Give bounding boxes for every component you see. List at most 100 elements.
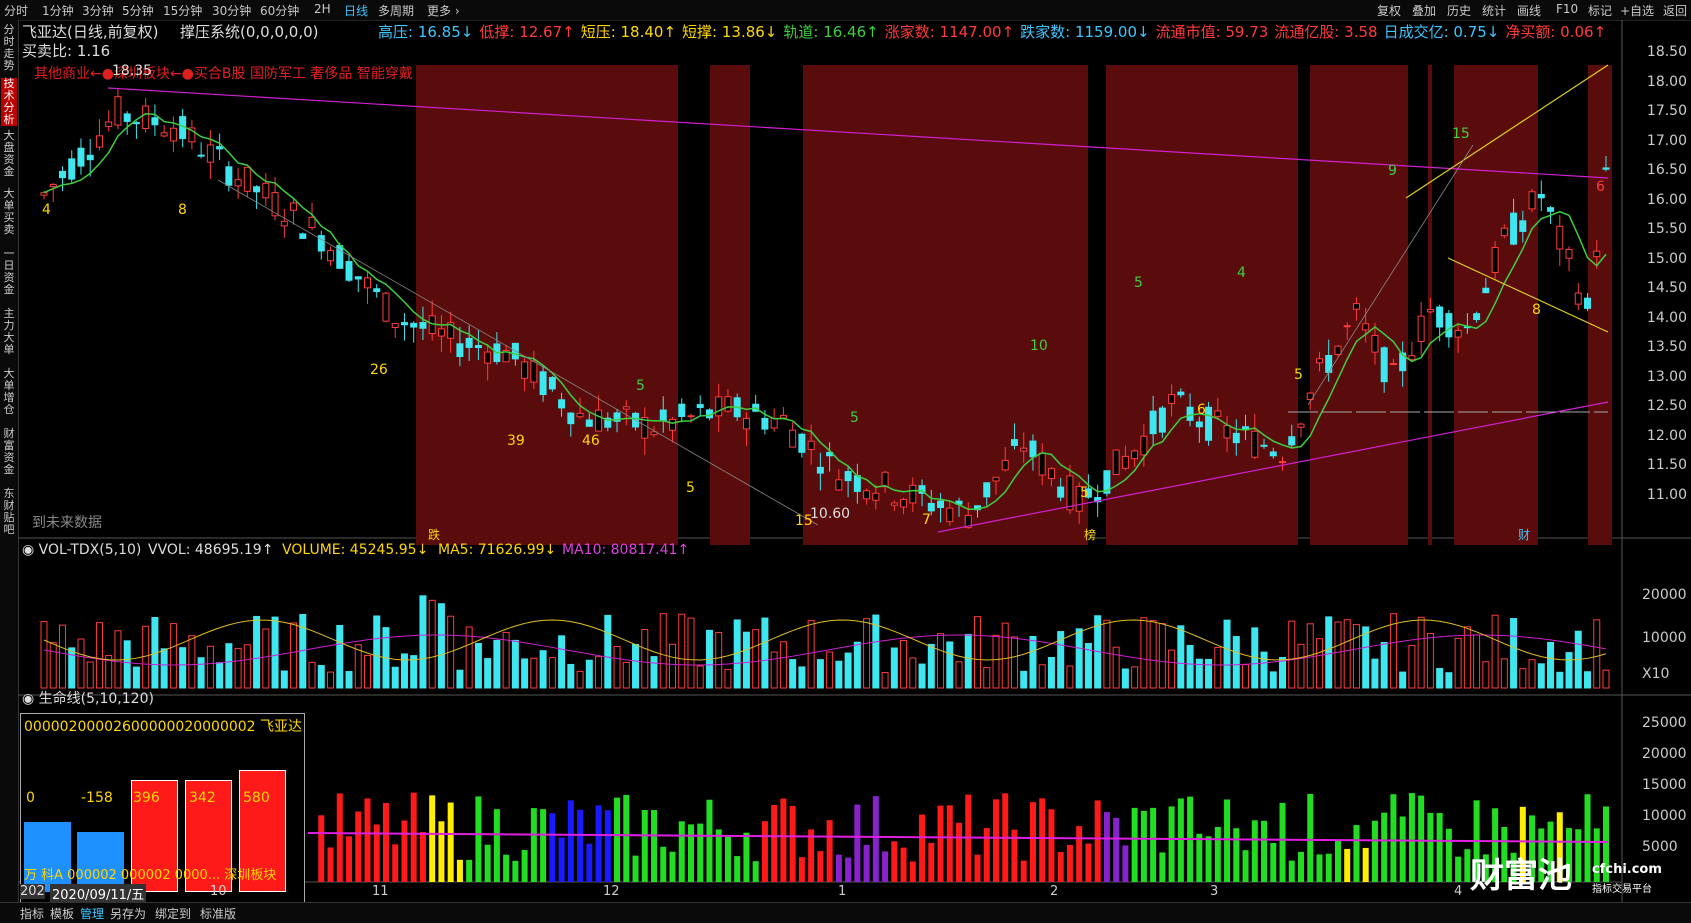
- lifeline-bar: [567, 800, 574, 882]
- mark-button[interactable]: 标记: [1588, 2, 1612, 19]
- comparison-info-box: 00000200002600000020000002 飞亚达 0 -158 39…: [20, 713, 305, 905]
- lifeline-bar: [706, 799, 713, 882]
- candle-body: [1038, 452, 1046, 476]
- wave-count-label: 46: [582, 433, 600, 449]
- restore-rights-button[interactable]: 复权: [1377, 2, 1401, 19]
- lifeline-title-text: 生命线(5,10,120): [38, 691, 154, 707]
- candle-body: [484, 351, 492, 364]
- volume-bar: [58, 624, 66, 689]
- indicator-system-name[interactable]: 撑压系统(0,0,0,0,0): [180, 21, 319, 42]
- candle-body: [1352, 303, 1360, 310]
- side-tab-market-funds[interactable]: 大盘资金: [1, 130, 17, 178]
- tab-period-daily[interactable]: 日线: [344, 2, 368, 19]
- event-marker-list[interactable]: 榜: [1084, 526, 1096, 543]
- lifeline-bar: [1029, 802, 1036, 882]
- side-tab-daily-funds[interactable]: 一日资金: [1, 248, 17, 296]
- add-favorite-button[interactable]: +自选: [1620, 2, 1654, 19]
- candle-body: [132, 122, 140, 125]
- lifeline-bar: [1214, 826, 1221, 882]
- volume-value: VOLUME: 45245.95↓: [282, 542, 429, 558]
- candle-body: [715, 396, 723, 417]
- tab-period-fenshi[interactable]: 分时: [4, 2, 28, 19]
- volume-bar: [650, 656, 658, 689]
- candle-body: [1195, 421, 1203, 428]
- candle-body: [40, 192, 48, 196]
- future-data-label[interactable]: 到未来数据: [32, 512, 102, 532]
- candle-body: [881, 471, 889, 488]
- candle-body: [770, 417, 778, 429]
- volume-bar: [1426, 632, 1434, 689]
- lifeline-bar: [743, 832, 750, 882]
- tab-multi-period[interactable]: 多周期: [378, 2, 414, 19]
- concept-tags[interactable]: 其他商业←●深圳板块←●买合B股 国防军工 奢侈品 智能穿戴: [34, 63, 413, 83]
- side-tab-wealth-funds[interactable]: 财富资金: [1, 428, 17, 476]
- candle-body: [114, 96, 122, 126]
- lifeline-bar: [687, 824, 694, 882]
- tab-period-5min[interactable]: 5分钟: [122, 2, 154, 19]
- side-tab-big-order-increase[interactable]: 大单增仓: [1, 368, 17, 416]
- lifeline-bar: [1455, 856, 1462, 882]
- volume-bar: [188, 635, 196, 689]
- event-marker-finance[interactable]: 财: [1518, 526, 1530, 543]
- wave-count-label: 6: [1197, 402, 1206, 418]
- tab-period-3min[interactable]: 3分钟: [82, 2, 114, 19]
- volume-bar: [715, 632, 723, 689]
- volume-bar: [1001, 622, 1009, 689]
- volume-bar: [1408, 644, 1416, 689]
- event-marker-down[interactable]: 跌: [428, 526, 440, 543]
- side-tab-technical[interactable]: 技术分析: [1, 78, 17, 126]
- price-tick: 15.00: [1646, 250, 1687, 267]
- indicator-button[interactable]: 指标: [20, 905, 44, 922]
- draw-line-button[interactable]: 画线: [1517, 2, 1541, 19]
- lifeline-bar: [346, 836, 353, 882]
- stat-item: 流通市值: 59.73: [1155, 23, 1269, 41]
- price-tick: 15.50: [1646, 221, 1687, 237]
- candle-body: [900, 498, 908, 508]
- lifeline-bar: [558, 837, 565, 882]
- tab-more[interactable]: 更多 ›: [427, 2, 460, 19]
- lifeline-bar: [1381, 812, 1388, 882]
- volume-indicator-title[interactable]: ◉ VOL-TDX(5,10): [22, 542, 141, 558]
- overlay-button[interactable]: 叠加: [1412, 2, 1436, 19]
- back-button[interactable]: 返回: [1663, 2, 1687, 19]
- tab-period-30min[interactable]: 30分钟: [212, 2, 251, 19]
- volume-bar: [1556, 671, 1564, 689]
- f10-button[interactable]: F10: [1556, 2, 1578, 16]
- history-button[interactable]: 历史: [1447, 2, 1471, 19]
- candle-body: [1057, 486, 1065, 498]
- volume-bar: [1279, 656, 1287, 689]
- tab-period-1min[interactable]: 1分钟: [42, 2, 74, 19]
- wave-count-label: 15: [1452, 126, 1470, 142]
- lifeline-bar: [1242, 850, 1249, 882]
- bind-to-button[interactable]: 绑定到: [155, 905, 191, 922]
- volume-bar: [262, 628, 270, 689]
- lifeline-bar: [1297, 851, 1304, 882]
- price-tick: 18.50: [1646, 44, 1687, 60]
- lifeline-indicator-title[interactable]: ◉ 生命线(5,10,120): [22, 688, 154, 708]
- manage-button[interactable]: 管理: [80, 905, 104, 922]
- volume-bar: [49, 642, 57, 689]
- tab-period-60min[interactable]: 60分钟: [260, 2, 299, 19]
- side-tab-main-big-order[interactable]: 主力大单: [1, 308, 17, 356]
- candle-body: [123, 113, 131, 122]
- side-tab-forum[interactable]: 东财贴吧: [1, 488, 17, 536]
- lifeline-bar: [540, 809, 547, 882]
- template-button[interactable]: 模板: [50, 905, 74, 922]
- volume-bar: [1399, 671, 1407, 689]
- candle-body: [95, 135, 103, 148]
- volume-bar: [983, 667, 991, 689]
- volume-bar: [1131, 666, 1139, 689]
- lifeline-bar: [410, 792, 417, 882]
- candle-body: [1251, 430, 1259, 458]
- volume-bar: [197, 657, 205, 689]
- save-as-button[interactable]: 另存为: [110, 905, 146, 922]
- lifeline-bar: [623, 794, 630, 882]
- volume-bar: [40, 621, 48, 689]
- side-tab-time-share[interactable]: 分时走势: [1, 24, 17, 72]
- side-tab-big-order[interactable]: 大单买卖: [1, 188, 17, 236]
- tab-period-15min[interactable]: 15分钟: [163, 2, 202, 19]
- info-bottom-text: 万 科A 000002 000002 0000... 深圳板块: [24, 868, 277, 883]
- stats-button[interactable]: 统计: [1482, 2, 1506, 19]
- standard-edition-button[interactable]: 标准版: [200, 905, 236, 922]
- tab-period-2h[interactable]: 2H: [314, 2, 331, 16]
